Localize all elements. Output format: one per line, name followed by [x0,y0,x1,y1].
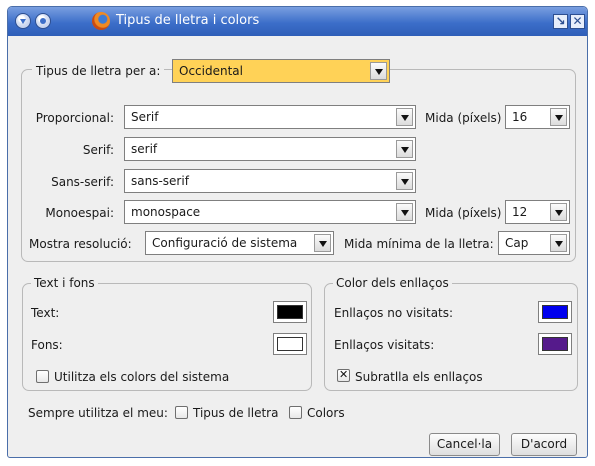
cancel-button[interactable]: Cancel·la [429,433,500,456]
proportional-value: Serif [131,110,159,124]
always-fonts-label: Tipus de lletra [193,406,279,420]
link-colors-legend: Color dels enllaços [333,276,452,290]
always-fonts-checkbox[interactable] [175,406,188,419]
minimize-icon[interactable]: ↘ [553,14,568,29]
size-value-2: 12 [512,205,528,219]
chevron-down-icon[interactable] [370,62,387,80]
resolution-select[interactable]: Configuració de sistema [145,231,334,255]
firefox-icon [92,12,110,30]
text-color-swatch [277,305,303,319]
chevron-down-icon[interactable] [396,108,413,126]
chevron-down-icon[interactable] [396,203,413,221]
sans-serif-value: sans-serif [131,174,189,188]
size-label-1: Mida (píxels) [425,111,502,125]
chevron-down-icon[interactable] [550,234,567,252]
window-menu-icon[interactable] [15,13,31,29]
visited-color-button[interactable] [538,333,572,355]
resolution-label: Mostra resolució: [29,237,132,251]
chevron-down-icon[interactable] [396,172,413,190]
dialog-window: Tipus de lletra i colors ↘ ✕ Tipus de ll… [7,6,588,458]
proportional-select[interactable]: Serif [124,105,416,129]
always-colors-label: Colors [307,406,345,420]
language-value: Occidental [179,64,243,78]
text-color-label: Text: [31,306,60,320]
unvisited-color-swatch [542,305,568,319]
sans-serif-label: Sans-serif: [51,175,114,189]
text-color-button[interactable] [273,301,307,323]
size-select-2[interactable]: 12 [505,200,570,224]
monospace-value: monospace [131,205,201,219]
window-title: Tipus de lletra i colors [116,13,260,28]
language-select[interactable]: Occidental [172,59,390,83]
visited-color-swatch [542,337,568,351]
min-size-select[interactable]: Cap [498,231,570,255]
monospace-label: Monoespai: [45,206,114,220]
underline-links-checkbox[interactable] [337,368,350,382]
size-select-1[interactable]: 16 [505,105,570,129]
sans-serif-select[interactable]: sans-serif [124,169,416,193]
always-use-label: Sempre utilitza el meu: [28,406,168,420]
fonts-for-label: Tipus de lletra per a: [32,64,165,78]
min-size-label: Mida mínima de la lletra: [344,237,494,251]
serif-value: serif [131,142,158,156]
text-bg-legend: Text i fons [31,276,98,290]
underline-links-label: Subratlla els enllaços [355,370,483,384]
system-colors-checkbox[interactable] [36,370,49,383]
chevron-down-icon[interactable] [550,108,567,126]
resolution-value: Configuració de sistema [152,236,298,250]
size-value-1: 16 [512,110,528,124]
close-icon[interactable]: ✕ [570,14,585,29]
min-size-value: Cap [505,236,529,250]
system-colors-label: Utilitza els colors del sistema [54,370,230,384]
unvisited-links-label: Enllaços no visitats: [334,306,454,320]
bg-color-swatch [277,337,303,351]
visited-links-label: Enllaços visitats: [334,338,435,352]
size-label-2: Mida (píxels) [425,206,502,220]
serif-select[interactable]: serif [124,137,416,161]
monospace-select[interactable]: monospace [124,200,416,224]
chevron-down-icon[interactable] [396,140,413,158]
bg-color-button[interactable] [273,333,307,355]
title-bar[interactable]: Tipus de lletra i colors ↘ ✕ [8,7,587,36]
bg-color-label: Fons: [31,338,63,352]
chevron-down-icon[interactable] [314,234,331,252]
chevron-down-icon[interactable] [550,203,567,221]
ok-button[interactable]: D'acord [511,433,577,456]
serif-label: Serif: [82,143,114,157]
always-colors-checkbox[interactable] [289,406,302,419]
window-shade-icon[interactable] [35,13,51,29]
proportional-label: Proporcional: [35,111,114,125]
unvisited-color-button[interactable] [538,301,572,323]
